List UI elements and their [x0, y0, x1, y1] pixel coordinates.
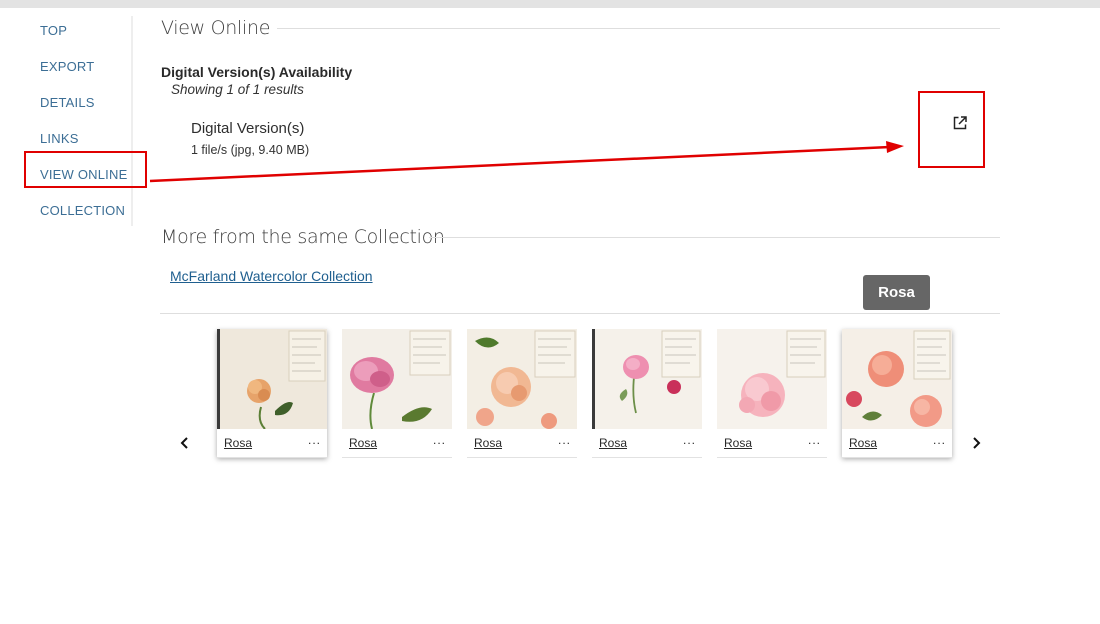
- results-count: Showing 1 of 1 results: [171, 82, 304, 97]
- nav-item-collection[interactable]: COLLECTION: [40, 203, 125, 218]
- nav-item-top[interactable]: TOP: [40, 23, 67, 38]
- card-title[interactable]: Rosa: [724, 436, 752, 450]
- carousel-next-button[interactable]: [966, 432, 986, 454]
- card-caption: Rosa ...: [342, 429, 452, 458]
- card-caption: Rosa ...: [467, 429, 577, 458]
- card-caption: Rosa ...: [592, 429, 702, 458]
- card-thumbnail: [217, 329, 327, 429]
- chevron-right-icon: [973, 437, 981, 449]
- card-caption: Rosa ...: [842, 429, 952, 458]
- collection-card[interactable]: Rosa ...: [217, 329, 327, 458]
- collection-card[interactable]: Rosa ...: [717, 329, 827, 458]
- collection-card[interactable]: Rosa ...: [842, 329, 952, 458]
- card-thumbnail: [467, 329, 577, 429]
- card-tooltip: Rosa: [863, 275, 930, 310]
- annotation-box-view-online: [24, 151, 147, 188]
- view-online-heading-rule: [277, 28, 1000, 29]
- collection-card[interactable]: Rosa ...: [467, 329, 577, 458]
- card-title[interactable]: Rosa: [849, 436, 877, 450]
- collection-card[interactable]: Rosa ...: [342, 329, 452, 458]
- nav-item-details[interactable]: DETAILS: [40, 95, 95, 110]
- card-more-button[interactable]: ...: [808, 433, 821, 447]
- collection-link[interactable]: McFarland Watercolor Collection: [170, 268, 373, 284]
- chevron-left-icon: [180, 437, 188, 449]
- card-thumbnail: [717, 329, 827, 429]
- availability-title: Digital Version(s) Availability: [161, 64, 353, 80]
- nav-item-export[interactable]: EXPORT: [40, 59, 94, 74]
- card-more-button[interactable]: ...: [933, 433, 946, 447]
- collection-divider: [160, 313, 1000, 314]
- card-caption: Rosa ...: [217, 429, 327, 458]
- card-more-button[interactable]: ...: [433, 433, 446, 447]
- collection-heading-rule: [429, 237, 1000, 238]
- side-nav-divider: [131, 16, 133, 226]
- browser-top-bar: [0, 0, 1100, 8]
- nav-item-links[interactable]: LINKS: [40, 131, 79, 146]
- card-thumbnail: [342, 329, 452, 429]
- digital-version-title: Digital Version(s): [191, 120, 305, 137]
- digital-version-file-info: 1 file/s (jpg, 9.40 MB): [191, 143, 310, 157]
- card-thumbnail: [592, 329, 702, 429]
- card-title[interactable]: Rosa: [474, 436, 502, 450]
- collection-heading: More from the same Collection: [161, 226, 445, 248]
- carousel-prev-button[interactable]: [175, 432, 195, 454]
- card-caption: Rosa ...: [717, 429, 827, 458]
- card-title[interactable]: Rosa: [224, 436, 252, 450]
- card-more-button[interactable]: ...: [558, 433, 571, 447]
- collection-card[interactable]: Rosa ...: [592, 329, 702, 458]
- card-more-button[interactable]: ...: [308, 433, 321, 447]
- annotation-box-external-link: [918, 91, 985, 168]
- card-thumbnail: [842, 329, 952, 429]
- view-online-heading: View Online: [161, 17, 271, 39]
- card-title[interactable]: Rosa: [349, 436, 377, 450]
- side-navigation: TOP EXPORT DETAILS LINKS VIEW ONLINE COL…: [0, 12, 133, 232]
- card-title[interactable]: Rosa: [599, 436, 627, 450]
- card-more-button[interactable]: ...: [683, 433, 696, 447]
